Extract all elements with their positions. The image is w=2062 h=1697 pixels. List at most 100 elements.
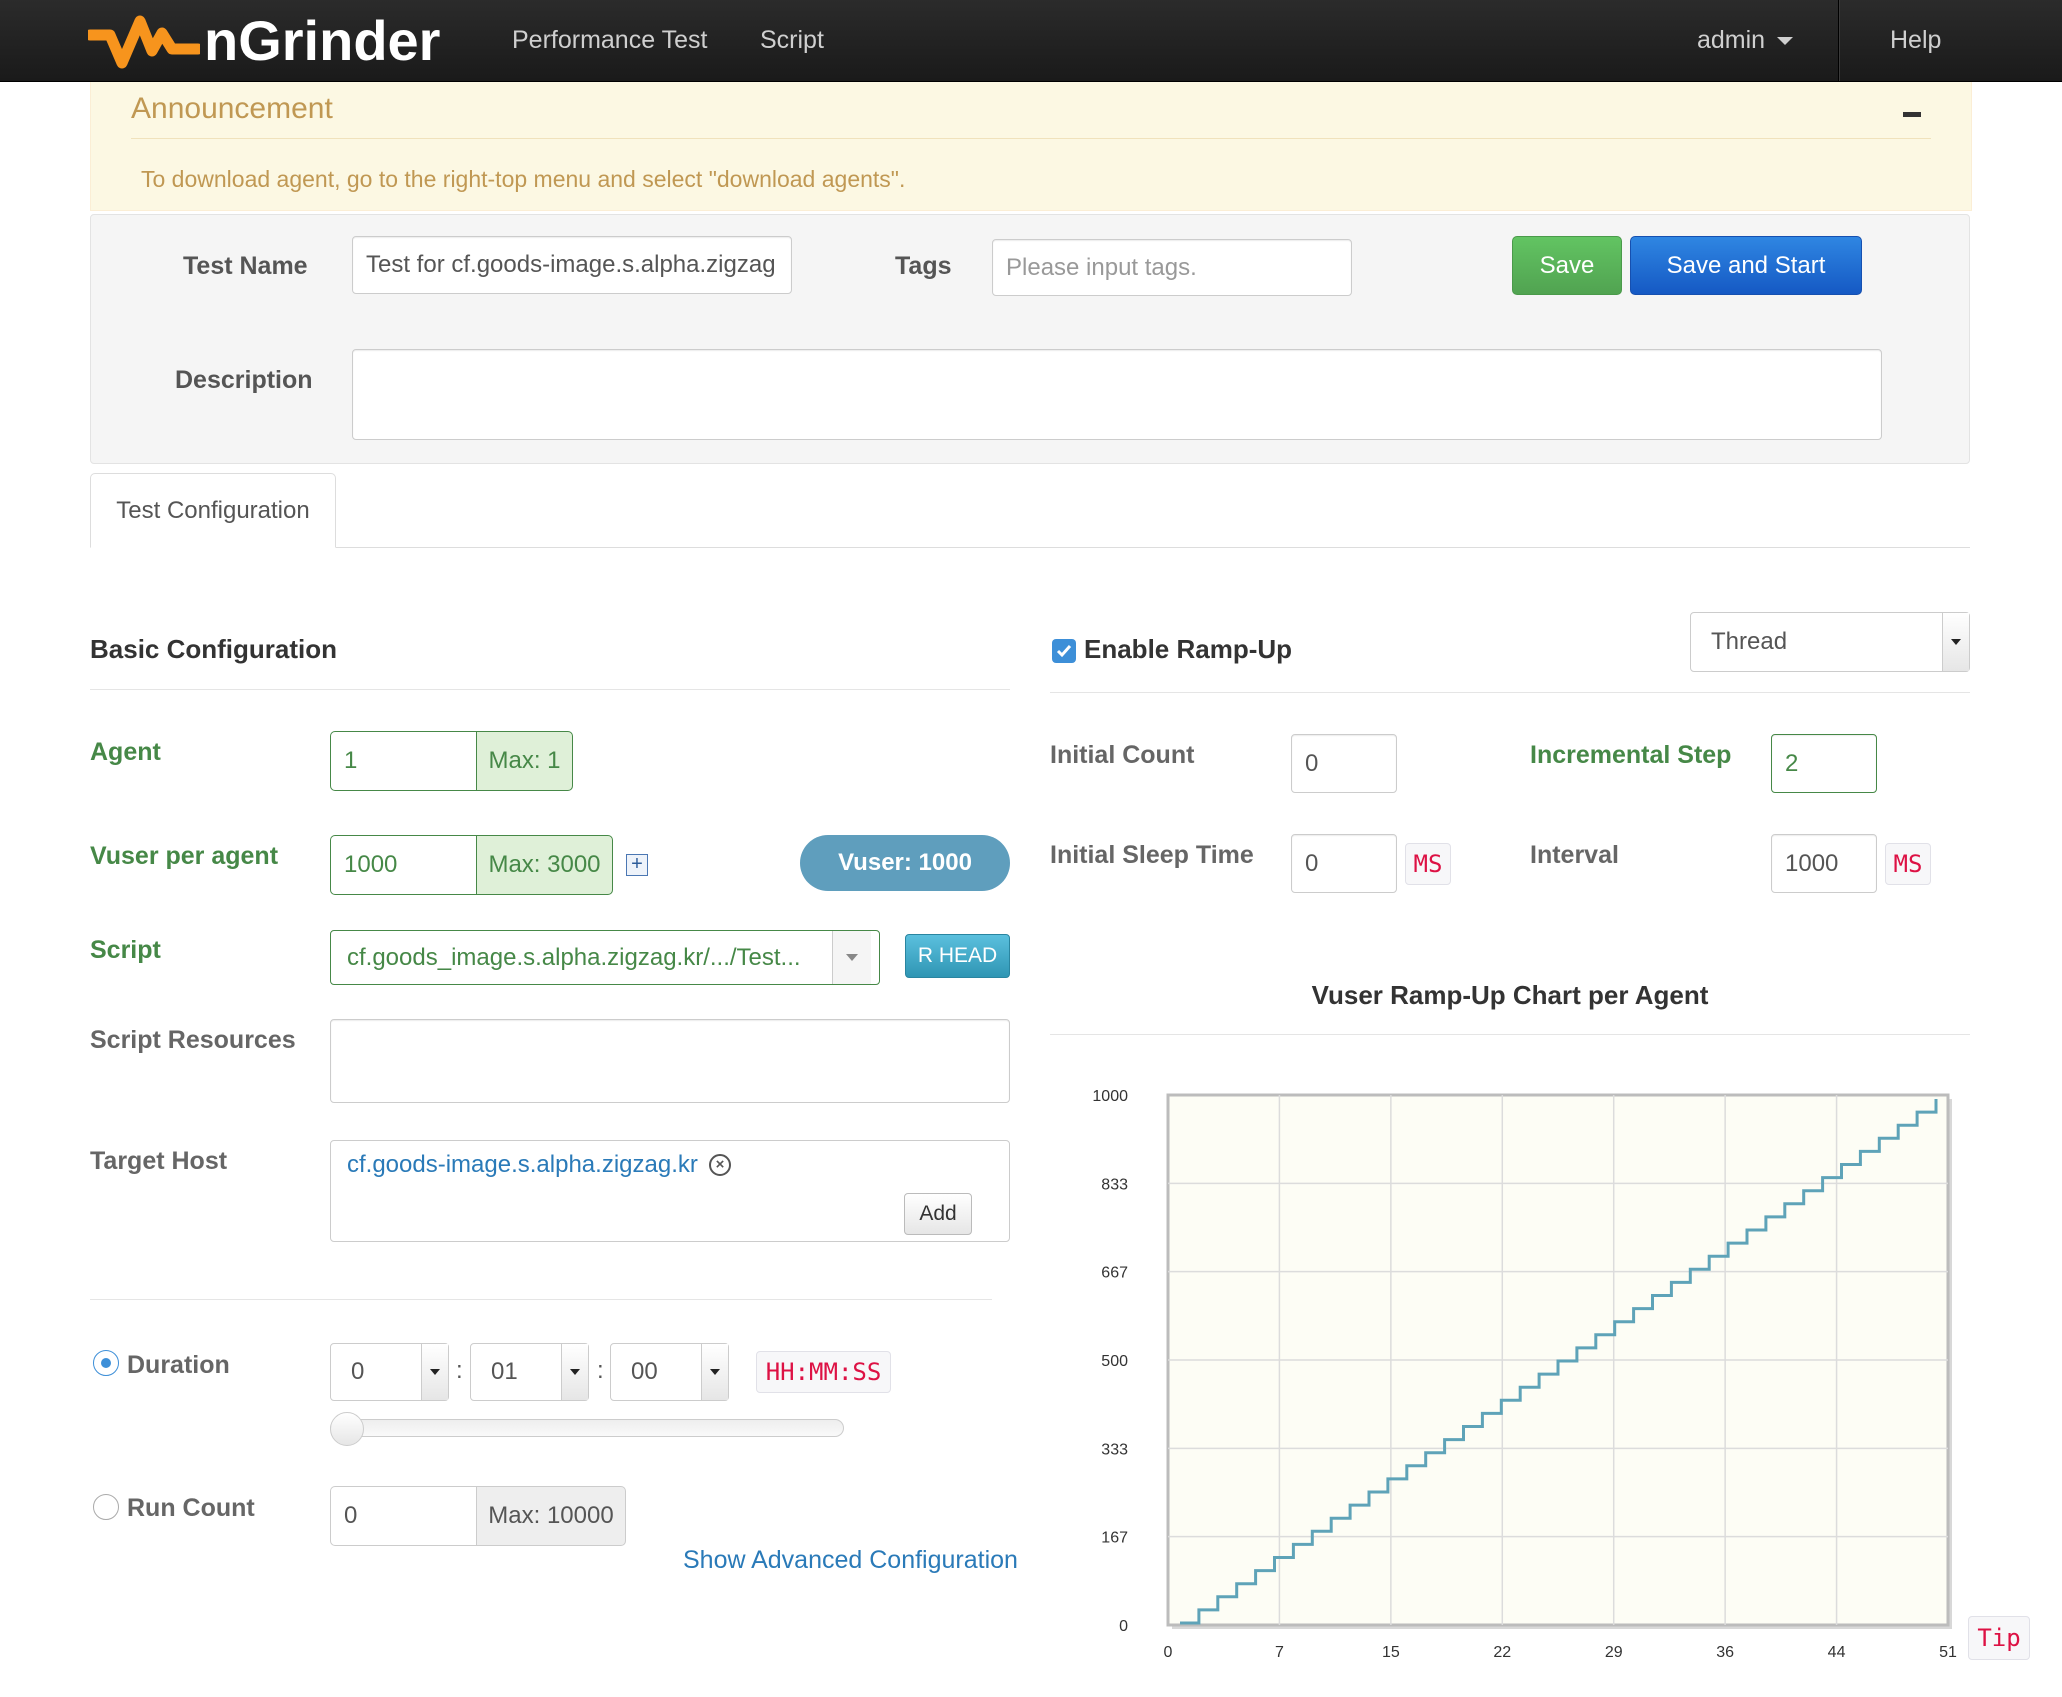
tags-input[interactable]: Please input tags. xyxy=(992,239,1352,296)
basic-config-title: Basic Configuration xyxy=(90,634,338,664)
save-button[interactable]: Save xyxy=(1512,236,1622,295)
revision-head-button[interactable]: R HEAD xyxy=(905,934,1010,978)
tags-placeholder: Please input tags. xyxy=(1006,253,1197,281)
divider xyxy=(1050,692,1970,693)
x-tick-label: 29 xyxy=(1605,1644,1623,1661)
announcement-title: Announcement xyxy=(131,92,333,125)
x-tick-label: 7 xyxy=(1275,1644,1284,1661)
target-host-box: cf.goods-image.s.alpha.zigzag.kr × Add xyxy=(330,1140,1010,1242)
chevron-down-icon xyxy=(1777,37,1794,46)
vuser-max: Max: 3000 xyxy=(476,835,613,895)
initial-count-input[interactable]: 0 xyxy=(1291,734,1397,793)
duration-seconds-select[interactable]: 00 xyxy=(610,1343,729,1401)
y-tick-label: 833 xyxy=(1101,1176,1128,1193)
navbar: nGrinder Performance Test Script admin H… xyxy=(0,0,2062,82)
vuser-input-group: 1000 Max: 3000 xyxy=(330,835,613,895)
duration-label: Duration xyxy=(127,1351,230,1379)
agent-input-group: 1 Max: 1 xyxy=(330,731,573,791)
run-count-radio[interactable] xyxy=(93,1494,119,1520)
x-tick-label: 22 xyxy=(1493,1644,1511,1661)
wave-logo-icon xyxy=(88,15,200,69)
script-select-value: cf.goods_image.s.alpha.zigzag.kr/.../Tes… xyxy=(347,943,801,971)
time-separator: : xyxy=(456,1357,463,1384)
user-menu[interactable]: admin xyxy=(1697,0,1794,81)
interval-input[interactable]: 1000 xyxy=(1771,834,1877,893)
tip-badge[interactable]: Tip xyxy=(1968,1616,2030,1660)
y-tick-label: 0 xyxy=(1119,1618,1128,1635)
nav-help[interactable]: Help xyxy=(1890,0,1941,81)
duration-radio[interactable] xyxy=(93,1350,119,1376)
y-tick-label: 333 xyxy=(1101,1441,1128,1458)
chart-title: Vuser Ramp-Up Chart per Agent xyxy=(1311,980,1709,1010)
rampup-type-select[interactable]: Thread xyxy=(1690,612,1970,672)
enable-rampup-checkbox[interactable] xyxy=(1052,639,1076,663)
run-count-max: Max: 10000 xyxy=(476,1486,626,1546)
duration-slider-track[interactable] xyxy=(330,1419,844,1437)
initial-sleep-time-input[interactable]: 0 xyxy=(1291,834,1397,893)
x-tick-label: 44 xyxy=(1828,1644,1846,1661)
nav-script[interactable]: Script xyxy=(760,0,824,81)
incremental-step-input[interactable]: 2 xyxy=(1771,734,1877,793)
duration-minutes-value: 01 xyxy=(491,1358,518,1385)
agent-input[interactable]: 1 xyxy=(330,731,476,791)
vuser-total-badge: Vuser: 1000 xyxy=(800,835,1010,891)
time-separator: : xyxy=(597,1357,604,1384)
x-tick-label: 15 xyxy=(1382,1644,1400,1661)
script-resources-label: Script Resources xyxy=(90,1026,296,1054)
announcement-message: To download agent, go to the right-top m… xyxy=(141,166,906,192)
agent-max: Max: 1 xyxy=(476,731,573,791)
chevron-down-icon[interactable] xyxy=(421,1344,448,1400)
y-tick-label: 1000 xyxy=(1092,1088,1128,1105)
divider xyxy=(1050,1034,1970,1035)
test-name-input[interactable]: Test for cf.goods-image.s.alpha.zigzag xyxy=(352,236,792,294)
tab-bar xyxy=(90,547,1970,548)
vuser-input[interactable]: 1000 xyxy=(330,835,476,895)
chevron-down-icon[interactable] xyxy=(832,931,871,984)
save-and-start-button[interactable]: Save and Start xyxy=(1630,236,1862,295)
check-icon xyxy=(1056,645,1072,658)
chevron-down-icon[interactable] xyxy=(1942,613,1969,671)
test-name-label: Test Name xyxy=(183,252,308,280)
expand-icon[interactable]: + xyxy=(626,854,648,876)
script-select[interactable]: cf.goods_image.s.alpha.zigzag.kr/.../Tes… xyxy=(330,930,880,985)
collapse-icon[interactable] xyxy=(1903,112,1921,117)
y-tick-label: 500 xyxy=(1101,1353,1128,1370)
rampup-chart: 0 7 15 22 29 36 44 51 0 167 333 500 667 833 1000 xyxy=(1092,1088,1957,1661)
initial-count-label: Initial Count xyxy=(1050,741,1195,769)
y-tick-label: 167 xyxy=(1101,1530,1128,1547)
show-advanced-config-link[interactable]: Show Advanced Configuration xyxy=(683,1546,1018,1575)
nav-divider xyxy=(1838,0,1840,81)
y-tick-label: 667 xyxy=(1101,1265,1128,1282)
script-label: Script xyxy=(90,936,161,964)
logo-text: nGrinder xyxy=(204,9,441,72)
target-host-label: Target Host xyxy=(90,1147,228,1175)
remove-host-icon[interactable]: × xyxy=(709,1154,731,1176)
user-name: admin xyxy=(1697,26,1766,54)
duration-minutes-select[interactable]: 01 xyxy=(470,1343,589,1401)
duration-slider-handle[interactable] xyxy=(330,1412,364,1446)
divider xyxy=(131,138,1931,139)
x-tick-label: 0 xyxy=(1164,1644,1173,1661)
announcement-panel: Announcement To download agent, go to th… xyxy=(90,82,1972,211)
divider xyxy=(90,689,1010,690)
add-host-button[interactable]: Add xyxy=(904,1193,972,1235)
chevron-down-icon[interactable] xyxy=(701,1344,728,1400)
interval-label: Interval xyxy=(1530,841,1619,869)
duration-seconds-value: 00 xyxy=(631,1358,658,1385)
x-tick-label: 51 xyxy=(1939,1644,1957,1661)
run-count-input[interactable]: 0 xyxy=(330,1486,476,1546)
target-host-link[interactable]: cf.goods-image.s.alpha.zigzag.kr xyxy=(347,1151,698,1179)
vuser-per-agent-label: Vuser per agent xyxy=(90,842,279,870)
run-count-label: Run Count xyxy=(127,1494,255,1522)
nav-performance-test[interactable]: Performance Test xyxy=(512,0,707,81)
run-count-input-group: 0 Max: 10000 xyxy=(330,1486,626,1546)
tab-test-configuration[interactable]: Test Configuration xyxy=(90,473,336,548)
chevron-down-icon[interactable] xyxy=(561,1344,588,1400)
incremental-step-label: Incremental Step xyxy=(1530,741,1732,769)
ngrinder-logo[interactable]: nGrinder xyxy=(88,8,440,74)
tags-label: Tags xyxy=(895,252,952,280)
duration-hours-select[interactable]: 0 xyxy=(330,1343,449,1401)
description-textarea[interactable] xyxy=(352,349,1882,440)
duration-format-badge: HH:MM:SS xyxy=(756,1351,891,1393)
initial-sleep-time-label: Initial Sleep Time xyxy=(1050,841,1254,869)
